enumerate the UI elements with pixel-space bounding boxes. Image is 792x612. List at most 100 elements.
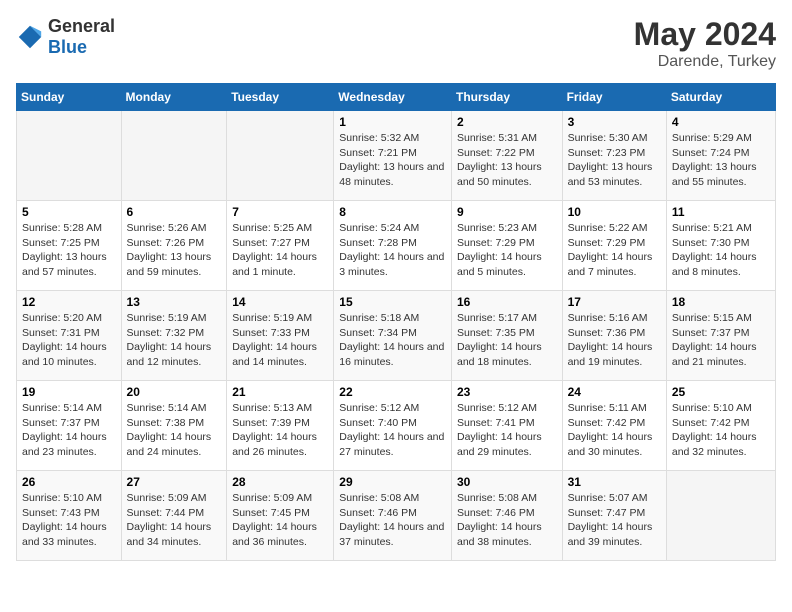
day-number: 3 xyxy=(568,115,661,129)
day-info: Sunrise: 5:13 AMSunset: 7:39 PMDaylight:… xyxy=(232,401,328,460)
calendar-cell xyxy=(121,111,227,201)
day-info: Sunrise: 5:31 AMSunset: 7:22 PMDaylight:… xyxy=(457,131,557,190)
day-info: Sunrise: 5:32 AMSunset: 7:21 PMDaylight:… xyxy=(339,131,446,190)
logo-icon xyxy=(16,23,44,51)
day-info: Sunrise: 5:08 AMSunset: 7:46 PMDaylight:… xyxy=(457,491,557,550)
calendar-cell: 12 Sunrise: 5:20 AMSunset: 7:31 PMDayligh… xyxy=(17,291,122,381)
title-block: May 2024 Darende, Turkey xyxy=(634,16,776,71)
calendar-week-row: 5 Sunrise: 5:28 AMSunset: 7:25 PMDaylight… xyxy=(17,201,776,291)
day-info: Sunrise: 5:24 AMSunset: 7:28 PMDaylight:… xyxy=(339,221,446,280)
day-info: Sunrise: 5:19 AMSunset: 7:32 PMDaylight:… xyxy=(127,311,222,370)
weekday-header: Wednesday xyxy=(334,84,452,111)
day-info: Sunrise: 5:11 AMSunset: 7:42 PMDaylight:… xyxy=(568,401,661,460)
weekday-header-row: SundayMondayTuesdayWednesdayThursdayFrid… xyxy=(17,84,776,111)
calendar-cell xyxy=(227,111,334,201)
calendar-week-row: 1 Sunrise: 5:32 AMSunset: 7:21 PMDaylight… xyxy=(17,111,776,201)
day-number: 19 xyxy=(22,385,116,399)
day-number: 25 xyxy=(672,385,770,399)
day-info: Sunrise: 5:15 AMSunset: 7:37 PMDaylight:… xyxy=(672,311,770,370)
day-info: Sunrise: 5:08 AMSunset: 7:46 PMDaylight:… xyxy=(339,491,446,550)
calendar-table: SundayMondayTuesdayWednesdayThursdayFrid… xyxy=(16,83,776,561)
day-number: 28 xyxy=(232,475,328,489)
day-number: 14 xyxy=(232,295,328,309)
calendar-cell: 24 Sunrise: 5:11 AMSunset: 7:42 PMDayligh… xyxy=(562,381,666,471)
calendar-cell: 28 Sunrise: 5:09 AMSunset: 7:45 PMDayligh… xyxy=(227,471,334,561)
calendar-cell: 4 Sunrise: 5:29 AMSunset: 7:24 PMDaylight… xyxy=(666,111,775,201)
calendar-cell: 20Sunrise: 5:14 AMSunset: 7:38 PMDayligh… xyxy=(121,381,227,471)
weekday-header: Friday xyxy=(562,84,666,111)
calendar-cell: 11 Sunrise: 5:21 AMSunset: 7:30 PMDayligh… xyxy=(666,201,775,291)
day-info: Sunrise: 5:17 AMSunset: 7:35 PMDaylight:… xyxy=(457,311,557,370)
calendar-cell: 23Sunrise: 5:12 AMSunset: 7:41 PMDayligh… xyxy=(451,381,562,471)
day-number: 11 xyxy=(672,205,770,219)
day-info: Sunrise: 5:12 AMSunset: 7:40 PMDaylight:… xyxy=(339,401,446,460)
day-info: Sunrise: 5:26 AMSunset: 7:26 PMDaylight:… xyxy=(127,221,222,280)
calendar-cell: 10Sunrise: 5:22 AMSunset: 7:29 PMDayligh… xyxy=(562,201,666,291)
location-title: Darende, Turkey xyxy=(634,53,776,71)
day-number: 9 xyxy=(457,205,557,219)
calendar-cell: 5 Sunrise: 5:28 AMSunset: 7:25 PMDaylight… xyxy=(17,201,122,291)
calendar-cell: 14 Sunrise: 5:19 AMSunset: 7:33 PMDayligh… xyxy=(227,291,334,381)
calendar-cell: 13 Sunrise: 5:19 AMSunset: 7:32 PMDayligh… xyxy=(121,291,227,381)
day-info: Sunrise: 5:09 AMSunset: 7:45 PMDaylight:… xyxy=(232,491,328,550)
day-number: 12 xyxy=(22,295,116,309)
calendar-cell: 31 Sunrise: 5:07 AMSunset: 7:47 PMDayligh… xyxy=(562,471,666,561)
calendar-cell: 18 Sunrise: 5:15 AMSunset: 7:37 PMDayligh… xyxy=(666,291,775,381)
day-info: Sunrise: 5:07 AMSunset: 7:47 PMDaylight:… xyxy=(568,491,661,550)
day-info: Sunrise: 5:22 AMSunset: 7:29 PMDaylight:… xyxy=(568,221,661,280)
day-number: 1 xyxy=(339,115,446,129)
day-info: Sunrise: 5:21 AMSunset: 7:30 PMDaylight:… xyxy=(672,221,770,280)
calendar-cell: 2 Sunrise: 5:31 AMSunset: 7:22 PMDaylight… xyxy=(451,111,562,201)
day-info: Sunrise: 5:10 AMSunset: 7:43 PMDaylight:… xyxy=(22,491,116,550)
day-info: Sunrise: 5:28 AMSunset: 7:25 PMDaylight:… xyxy=(22,221,116,280)
calendar-cell: 7 Sunrise: 5:25 AMSunset: 7:27 PMDaylight… xyxy=(227,201,334,291)
day-info: Sunrise: 5:16 AMSunset: 7:36 PMDaylight:… xyxy=(568,311,661,370)
calendar-cell: 8 Sunrise: 5:24 AMSunset: 7:28 PMDaylight… xyxy=(334,201,452,291)
calendar-cell xyxy=(17,111,122,201)
weekday-header: Thursday xyxy=(451,84,562,111)
day-info: Sunrise: 5:18 AMSunset: 7:34 PMDaylight:… xyxy=(339,311,446,370)
day-number: 22 xyxy=(339,385,446,399)
logo: General Blue xyxy=(16,16,115,58)
calendar-cell: 15 Sunrise: 5:18 AMSunset: 7:34 PMDayligh… xyxy=(334,291,452,381)
day-info: Sunrise: 5:14 AMSunset: 7:38 PMDaylight:… xyxy=(127,401,222,460)
calendar-cell: 17 Sunrise: 5:16 AMSunset: 7:36 PMDayligh… xyxy=(562,291,666,381)
day-number: 13 xyxy=(127,295,222,309)
day-info: Sunrise: 5:23 AMSunset: 7:29 PMDaylight:… xyxy=(457,221,557,280)
day-info: Sunrise: 5:10 AMSunset: 7:42 PMDaylight:… xyxy=(672,401,770,460)
calendar-cell: 1 Sunrise: 5:32 AMSunset: 7:21 PMDaylight… xyxy=(334,111,452,201)
calendar-cell: 9 Sunrise: 5:23 AMSunset: 7:29 PMDaylight… xyxy=(451,201,562,291)
weekday-header: Saturday xyxy=(666,84,775,111)
day-info: Sunrise: 5:25 AMSunset: 7:27 PMDaylight:… xyxy=(232,221,328,280)
calendar-cell: 19Sunrise: 5:14 AMSunset: 7:37 PMDayligh… xyxy=(17,381,122,471)
day-number: 7 xyxy=(232,205,328,219)
day-number: 8 xyxy=(339,205,446,219)
day-number: 31 xyxy=(568,475,661,489)
weekday-header: Tuesday xyxy=(227,84,334,111)
day-number: 15 xyxy=(339,295,446,309)
page-header: General Blue May 2024 Darende, Turkey xyxy=(16,16,776,71)
logo-blue: Blue xyxy=(48,37,87,57)
weekday-header: Monday xyxy=(121,84,227,111)
calendar-cell: 6Sunrise: 5:26 AMSunset: 7:26 PMDaylight… xyxy=(121,201,227,291)
day-number: 18 xyxy=(672,295,770,309)
day-number: 5 xyxy=(22,205,116,219)
day-info: Sunrise: 5:20 AMSunset: 7:31 PMDaylight:… xyxy=(22,311,116,370)
calendar-week-row: 26 Sunrise: 5:10 AMSunset: 7:43 PMDayligh… xyxy=(17,471,776,561)
logo-general: General xyxy=(48,16,115,36)
calendar-cell: 3 Sunrise: 5:30 AMSunset: 7:23 PMDaylight… xyxy=(562,111,666,201)
day-info: Sunrise: 5:19 AMSunset: 7:33 PMDaylight:… xyxy=(232,311,328,370)
month-title: May 2024 xyxy=(634,16,776,53)
day-number: 29 xyxy=(339,475,446,489)
day-number: 23 xyxy=(457,385,557,399)
day-info: Sunrise: 5:29 AMSunset: 7:24 PMDaylight:… xyxy=(672,131,770,190)
day-number: 17 xyxy=(568,295,661,309)
calendar-cell: 22 Sunrise: 5:12 AMSunset: 7:40 PMDayligh… xyxy=(334,381,452,471)
day-number: 2 xyxy=(457,115,557,129)
day-number: 24 xyxy=(568,385,661,399)
day-number: 16 xyxy=(457,295,557,309)
day-info: Sunrise: 5:30 AMSunset: 7:23 PMDaylight:… xyxy=(568,131,661,190)
calendar-cell: 29 Sunrise: 5:08 AMSunset: 7:46 PMDayligh… xyxy=(334,471,452,561)
day-number: 4 xyxy=(672,115,770,129)
day-number: 26 xyxy=(22,475,116,489)
